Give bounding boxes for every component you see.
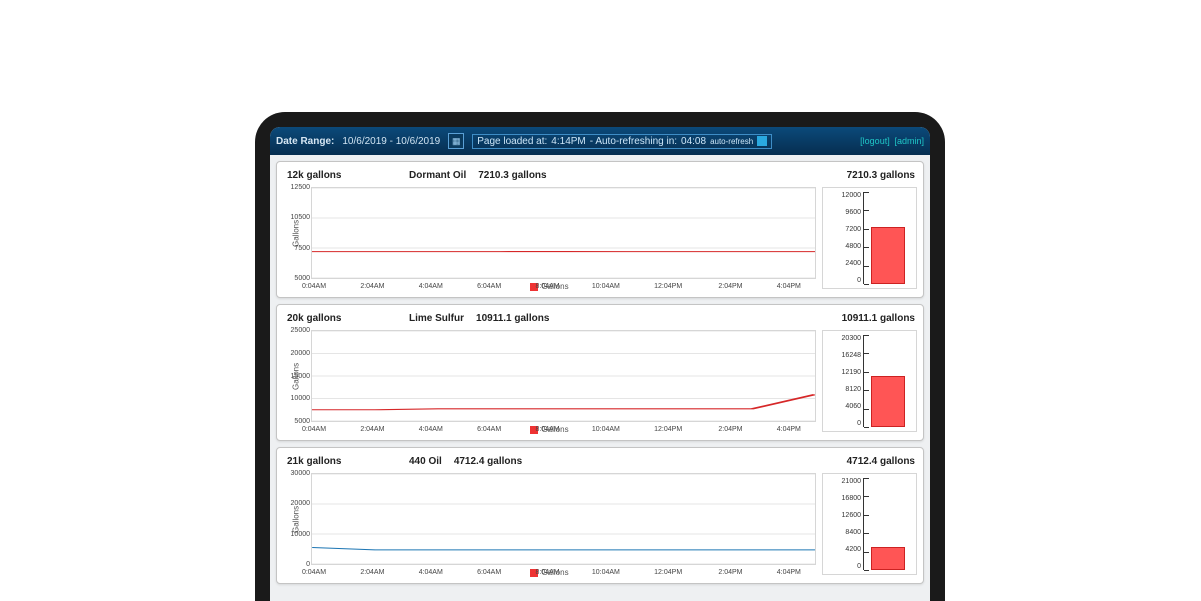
x-ticks: 0:04AM2:04AM4:04AM6:04AM8:04AM10:04AM12:… — [312, 283, 815, 290]
calendar-icon[interactable]: ▦ — [448, 133, 464, 149]
tank-card: 21k gallons 440 Oil 4712.4 gallons Gallons3… — [276, 447, 924, 584]
gauge-value-label: 4712.4 gallons — [822, 454, 917, 473]
auto-refresh-checkbox[interactable] — [757, 136, 767, 146]
x-ticks: 0:04AM2:04AM4:04AM6:04AM8:04AM10:04AM12:… — [312, 426, 815, 433]
current-value: 4712.4 gallons — [454, 456, 522, 467]
gauge-ticks: 210001680012600840042000 — [827, 478, 861, 570]
tank-card: 20k gallons Lime Sulfur 10911.1 gallons Gal… — [276, 304, 924, 441]
gauge-bar — [871, 227, 905, 284]
gauge-chart: 203001624812190812040600 — [822, 330, 917, 432]
logout-link[interactable]: [logout] — [860, 136, 890, 146]
auto-refresh-label: auto-refresh — [710, 137, 753, 146]
gauge-ticks: 1200096007200480024000 — [827, 192, 861, 284]
product-name: Dormant Oil — [409, 170, 466, 181]
y-ticks: 250002000015000100005000 — [286, 327, 310, 425]
page-loaded-time: 4:14PM — [551, 136, 585, 147]
gauge-chart: 210001680012600840042000 — [822, 473, 917, 575]
date-range-label: Date Range: — [276, 136, 334, 147]
product-name: Lime Sulfur — [409, 313, 464, 324]
product-name: 440 Oil — [409, 456, 442, 467]
auto-refresh-countdown: 04:08 — [681, 136, 706, 147]
capacity-label: 12k gallons — [287, 170, 397, 181]
gauge-bar — [871, 547, 905, 570]
line-chart: Gallons1250010500750050000:04AM2:04AM4:0… — [311, 187, 816, 279]
gauge-bar — [871, 376, 905, 427]
top-bar: Date Range: 10/6/2019 - 10/6/2019 ▦ Page… — [270, 127, 930, 155]
capacity-label: 21k gallons — [287, 456, 397, 467]
y-ticks: 3000020000100000 — [286, 470, 310, 568]
line-chart: Gallons30000200001000000:04AM2:04AM4:04A… — [311, 473, 816, 565]
app-screen: Date Range: 10/6/2019 - 10/6/2019 ▦ Page… — [270, 127, 930, 601]
gauge-value-label: 7210.3 gallons — [822, 168, 917, 187]
page-loaded-prefix: Page loaded at: — [477, 136, 547, 147]
gauge-ticks: 203001624812190812040600 — [827, 335, 861, 427]
y-ticks: 125001050075005000 — [286, 184, 310, 282]
gauge-chart: 1200096007200480024000 — [822, 187, 917, 289]
date-range-value[interactable]: 10/6/2019 - 10/6/2019 — [342, 136, 440, 147]
device-frame: Date Range: 10/6/2019 - 10/6/2019 ▦ Page… — [255, 112, 945, 601]
header-links: [logout] [admin] — [858, 136, 924, 147]
line-chart: Gallons2500020000150001000050000:04AM2:0… — [311, 330, 816, 422]
admin-link[interactable]: [admin] — [894, 136, 924, 146]
current-value: 10911.1 gallons — [476, 313, 549, 324]
capacity-label: 20k gallons — [287, 313, 397, 324]
tank-card: 12k gallons Dormant Oil 7210.3 gallons Gall… — [276, 161, 924, 298]
gauge-value-label: 10911.1 gallons — [822, 311, 917, 330]
status-pill: Page loaded at: 4:14PM - Auto-refreshing… — [472, 134, 772, 149]
x-ticks: 0:04AM2:04AM4:04AM6:04AM8:04AM10:04AM12:… — [312, 569, 815, 576]
current-value: 7210.3 gallons — [478, 170, 546, 181]
auto-refresh-prefix: - Auto-refreshing in: — [590, 136, 677, 147]
